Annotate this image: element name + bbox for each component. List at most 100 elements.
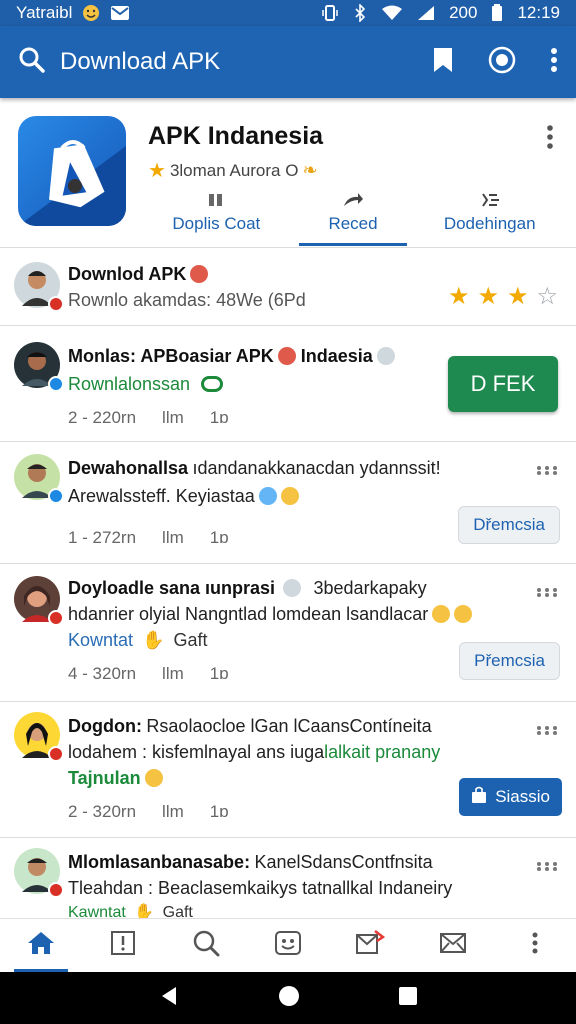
target-icon[interactable] [488,46,516,79]
nav-more[interactable] [494,919,576,972]
emoji-icon: ❧ [302,160,318,180]
avatar [14,848,64,898]
emoji-notification-icon [82,4,100,22]
more-vert-icon [531,931,539,960]
more-horiz-icon[interactable] [536,462,558,480]
post-link[interactable]: Kowntat ✋ Gaft [68,630,208,651]
avatar [14,712,64,762]
download-button[interactable]: D FEK [448,356,558,412]
link-icon [201,376,224,392]
system-nav-bar [0,972,576,1024]
battery-icon [491,4,503,22]
post-title: Doyloadle sana ıunprasi 3bedarkapaky [68,578,427,598]
post-stats: 2 - 220rn llm 1⁠ɒ [68,408,229,427]
nav-mail[interactable] [411,919,493,972]
search-icon [192,929,220,962]
post-item[interactable]: Dewahonallsa ıdandanakkanacdan ydannssit… [0,442,576,564]
pinned-title: Downlod APK [68,264,209,285]
post-stats: 2 - 320rn llm 1⁠ɒ [68,802,229,821]
post-title: Dogdon: Rsaolaocloe lGan lCaansContíneit… [68,716,432,736]
star-icon: ★ [506,283,529,310]
post-title: Dewahonallsa ıdandanakkanacdan ydannssit… [68,458,441,478]
mail-icon [439,931,467,960]
post-tag: Rownlalonssan [68,374,224,395]
post-item[interactable]: Dogdon: Rsaolaocloe lGan lCaansContíneit… [0,702,576,838]
bottom-nav [0,918,576,972]
app-author[interactable]: ★ 3loman Aurora O ❧ [148,158,318,183]
session-button[interactable]: Siassio [459,778,562,816]
hand-icon: ✋ [142,630,165,650]
tab-reced[interactable]: Reced [285,190,422,246]
vibrate-icon [321,4,339,22]
post-item[interactable]: Mlomlasanbanasabe: KanelSdansContfnsita … [0,838,576,921]
post-item[interactable]: Monlas: APBoasiar APK Indaesia Rownlalon… [0,330,576,442]
bookmark-icon[interactable] [432,47,454,78]
post-body: Tleahdan : Beaclasemkaikys tatnallkal In… [68,878,453,898]
star-icon: ★ [477,283,499,310]
signal-text: 200 [449,3,478,22]
nav-face[interactable] [247,919,329,972]
send-icon [355,929,386,962]
app-logo[interactable] [18,116,126,226]
pinned-subtitle: Rownlo akamdas: 48We (6Pd [68,290,306,310]
home-circle-icon[interactable] [277,984,301,1013]
post-body: Arewalssteff. Keyiastaa [68,486,299,507]
tab-dodehingan[interactable]: Dodehingan [421,190,558,246]
mail-notification-icon [110,5,130,21]
sparkle-icon [479,192,501,213]
pinned-item[interactable]: Downlod APK Rownlo akamdas: 48We (6Pd ★ … [0,248,576,326]
app-tabs: Doplis Coat Reced Dodehingan [148,190,558,246]
bluetooth-icon [353,4,367,22]
signal-icon [417,5,435,21]
more-horiz-icon[interactable] [536,722,558,740]
star-empty-icon: ☆ [536,283,558,310]
app-bar: Download APK [0,26,576,98]
screen: Yatraibl 200 12:19 Download APK APK Inda… [0,0,576,1024]
tab-label: Dodehingan [443,214,536,233]
more-vert-icon[interactable] [546,124,554,155]
star-icon: ★ [447,283,470,310]
status-bar: Yatraibl 200 12:19 [0,0,576,26]
more-horiz-icon[interactable] [536,858,558,876]
more-vert-icon[interactable] [550,47,558,78]
post-body: hdanrier olyial Nangntlad lomdean lsandl… [68,604,473,625]
wifi-icon [381,5,403,21]
clock: 12:19 [517,3,560,22]
app-name: APK Indanesia [148,122,324,150]
post-stats: 4 - 320rn llm 1⁠ɒ [68,664,229,683]
premium-button[interactable]: Dřemcsia [458,506,560,544]
avatar [14,342,64,392]
back-icon[interactable] [158,985,180,1012]
share-icon [342,192,364,213]
post-tag: Tajnulan [68,768,163,789]
more-horiz-icon[interactable] [536,584,558,602]
rating-stars: ★ ★ ★ ☆ [448,282,558,311]
post-body: lodahem : kisfemlnayal ans iugalalkait p… [68,742,441,762]
post-stats: 1 - 272rn llm 1⁠ɒ [68,528,229,547]
nav-send[interactable] [329,919,411,972]
nav-alerts[interactable] [82,919,164,972]
author-label: 3loman Aurora O [169,160,299,180]
nav-home[interactable] [0,919,82,972]
carrier-label: Yatraibl [16,3,73,22]
recents-icon[interactable] [398,986,418,1011]
grid-icon [208,192,224,212]
post-title: Monlas: APBoasiar APK Indaesia [68,346,395,367]
nav-search[interactable] [165,919,247,972]
premium-button[interactable]: Přemcsia [459,642,560,680]
app-bar-title: Download APK [60,48,221,75]
star-icon: ★ [148,160,166,182]
post-item[interactable]: Doyloadle sana ıunprasi 3bedarkapaky hda… [0,564,576,702]
avatar [14,454,64,504]
alert-icon [110,930,136,961]
app-header-card: APK Indanesia ★ 3loman Aurora O ❧ Doplis… [0,98,576,248]
search-icon[interactable] [18,46,46,79]
tab-label: Reced [328,214,378,233]
bag-icon [471,786,487,809]
tab-label: Doplis Coat [172,214,261,233]
face-icon [274,930,302,961]
emoji-icon [190,265,209,283]
home-icon [26,930,56,961]
avatar [14,576,64,626]
tab-doplis-coat[interactable]: Doplis Coat [148,190,285,246]
